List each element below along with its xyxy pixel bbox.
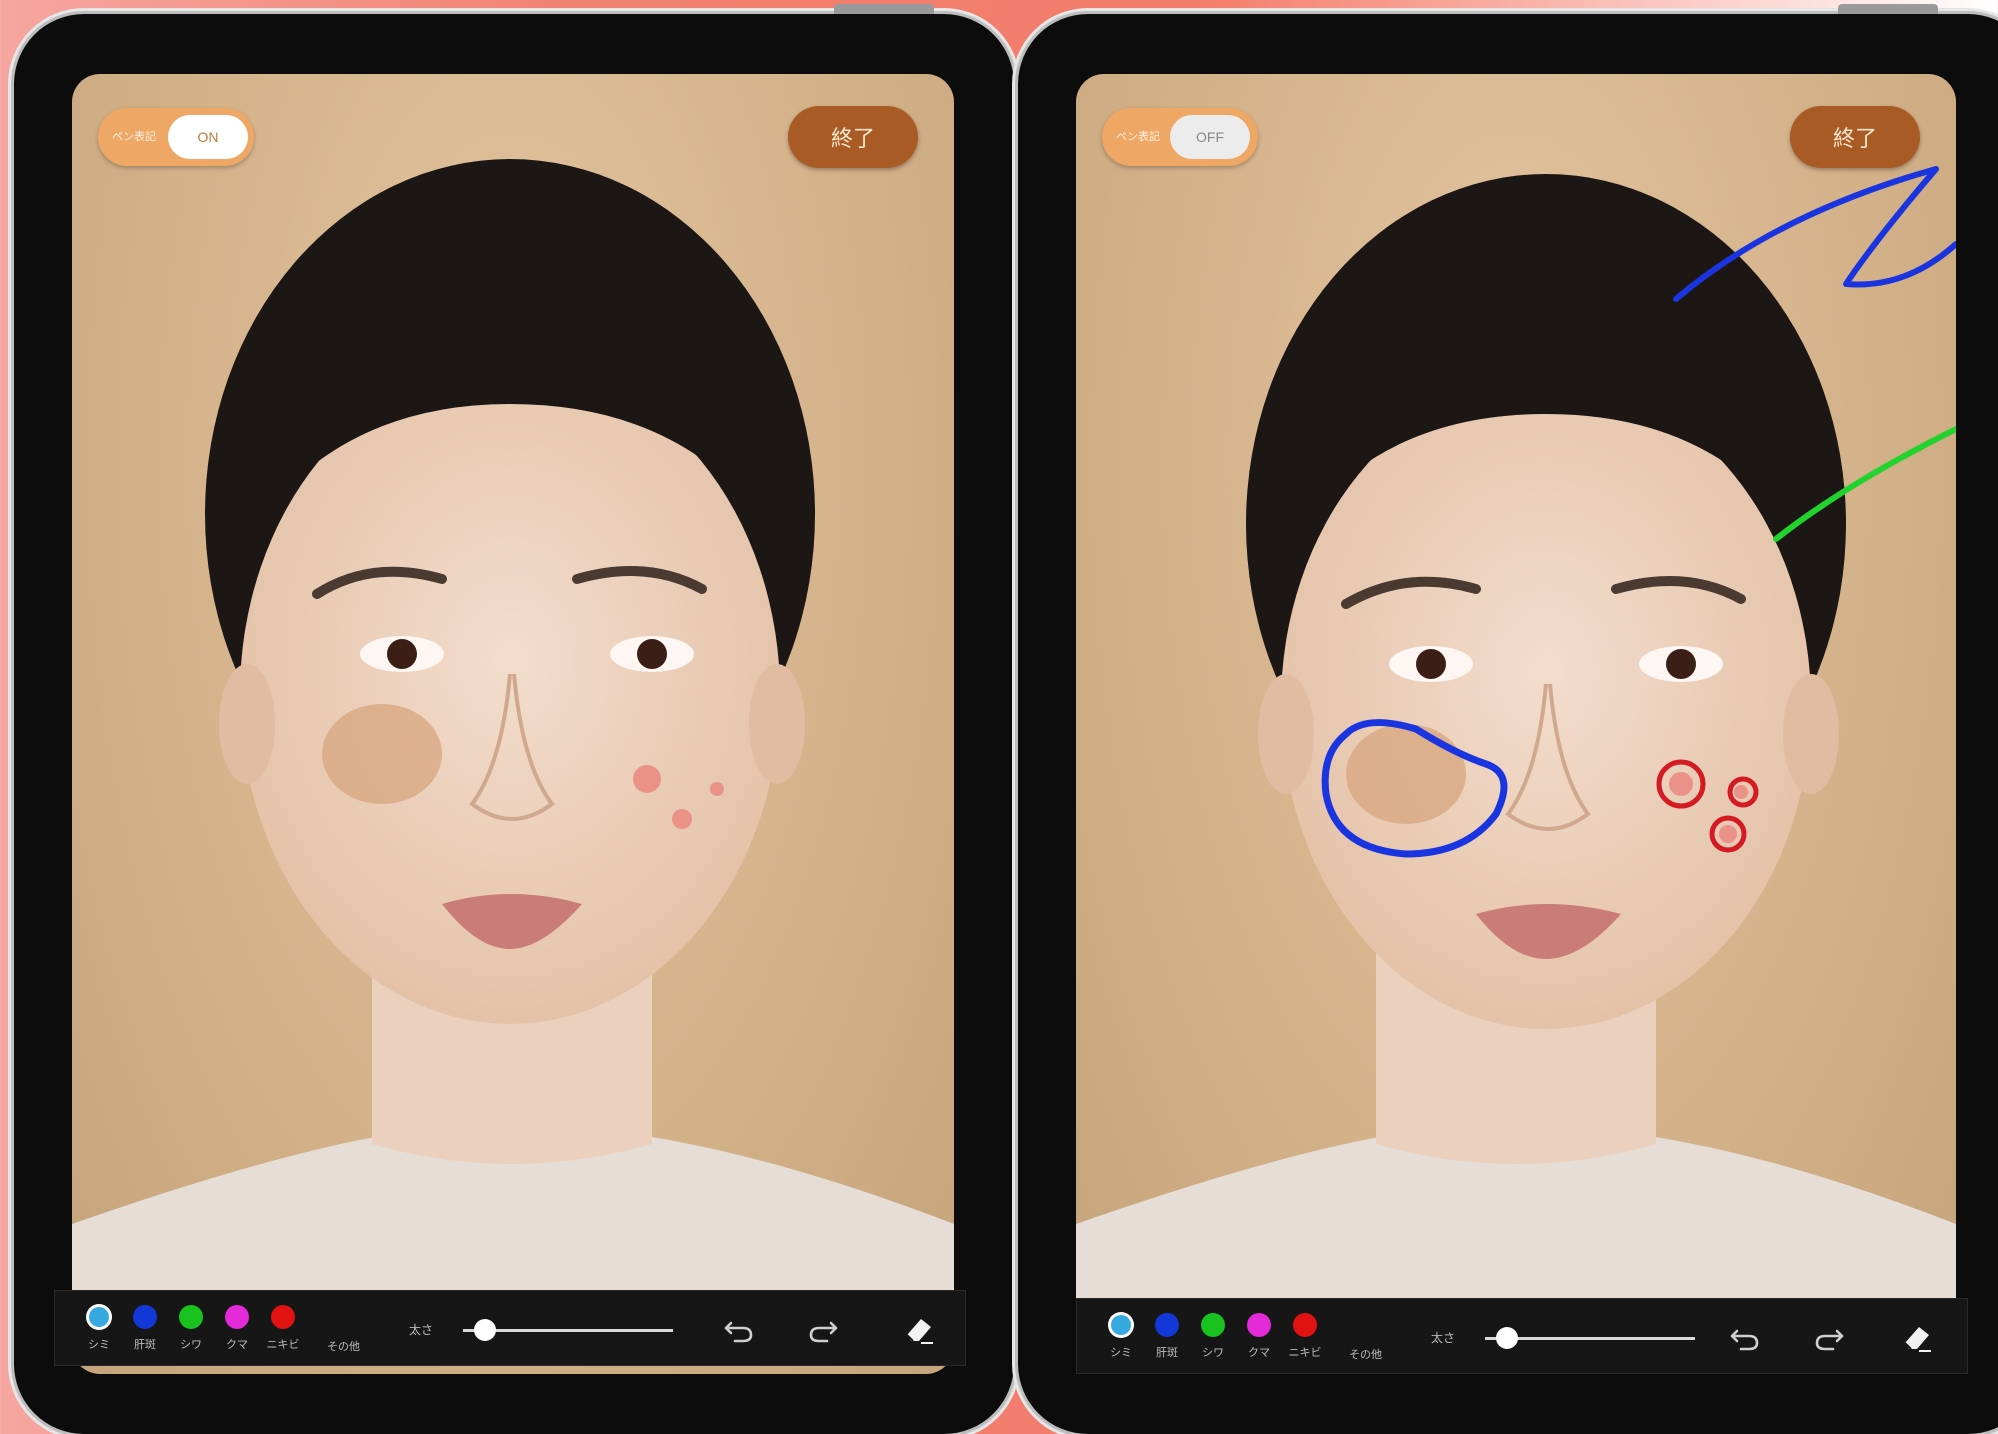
color-label: クマ (1248, 1347, 1270, 1359)
pen-display-toggle[interactable]: ペン表記 OFF (1102, 108, 1258, 166)
color-option-kanpan[interactable]: 肝斑 (1149, 1313, 1185, 1360)
toggle-label: ペン表記 (112, 131, 156, 143)
color-option-nikibi[interactable]: ニキビ (265, 1305, 301, 1352)
color-option-shiwa[interactable]: シワ (173, 1305, 209, 1352)
color-swatch (1293, 1313, 1317, 1337)
redo-icon[interactable] (1811, 1319, 1847, 1355)
size-slider[interactable] (463, 1319, 673, 1341)
color-palette: シミ 肝斑 シワ クマ ニキビ (81, 1305, 301, 1352)
left-screen: ペン表記 ON 終了 (72, 74, 954, 1374)
toggle-knob: ON (168, 115, 248, 159)
face-photo (1076, 166, 1956, 1304)
color-option-other[interactable]: その他 (327, 1338, 360, 1354)
end-button[interactable]: 終了 (788, 106, 918, 168)
color-option-kuma[interactable]: クマ (219, 1305, 255, 1352)
right-screen: ペン表記 OFF 終了 (1076, 74, 1956, 1374)
left-tablet: ペン表記 ON 終了 シミ 肝斑 シワ クマ ニキビ その他 太さ (14, 4, 1014, 1434)
color-label: クマ (226, 1339, 248, 1351)
undo-icon[interactable] (1727, 1319, 1763, 1355)
color-option-other[interactable]: その他 (1349, 1346, 1382, 1362)
toggle-knob: OFF (1170, 115, 1250, 159)
color-option-kanpan[interactable]: 肝斑 (127, 1305, 163, 1352)
undo-icon[interactable] (721, 1311, 757, 1347)
redo-icon[interactable] (805, 1311, 841, 1347)
color-label: 肝斑 (134, 1339, 156, 1351)
color-option-kuma[interactable]: クマ (1241, 1313, 1277, 1360)
color-label: ニキビ (266, 1339, 300, 1351)
color-swatch (1247, 1313, 1271, 1337)
slider-knob[interactable] (473, 1319, 496, 1341)
color-swatch (1111, 1315, 1131, 1335)
color-swatch (179, 1305, 203, 1329)
color-swatch (271, 1305, 295, 1329)
eraser-icon[interactable] (901, 1311, 937, 1347)
pen-display-toggle[interactable]: ペン表記 ON (98, 108, 254, 166)
color-label: 肝斑 (1156, 1347, 1178, 1359)
end-button[interactable]: 終了 (1790, 106, 1920, 168)
tablet-top-button (1838, 4, 1938, 14)
right-tablet: ペン表記 OFF 終了 シミ 肝斑 シワ クマ ニキビ その他 太さ (1018, 4, 1998, 1434)
color-option-shiwa[interactable]: シワ (1195, 1313, 1231, 1360)
color-label: シワ (1202, 1347, 1224, 1359)
color-label: ニキビ (1288, 1347, 1322, 1359)
color-swatch (1201, 1313, 1225, 1337)
size-slider[interactable] (1485, 1327, 1695, 1349)
drawing-toolbar: シミ 肝斑 シワ クマ ニキビ その他 太さ (54, 1290, 966, 1366)
color-swatch (133, 1305, 157, 1329)
eraser-icon[interactable] (1899, 1319, 1935, 1355)
color-option-shimi[interactable]: シミ (81, 1305, 117, 1352)
color-label: シミ (1110, 1347, 1132, 1359)
color-label: シワ (180, 1339, 202, 1351)
color-option-shimi[interactable]: シミ (1103, 1313, 1139, 1360)
color-palette: シミ 肝斑 シワ クマ ニキビ (1103, 1313, 1323, 1360)
color-swatch (1155, 1313, 1179, 1337)
color-option-nikibi[interactable]: ニキビ (1287, 1313, 1323, 1360)
face-photo (72, 159, 954, 1304)
size-label: 太さ (409, 1323, 434, 1337)
slider-knob[interactable] (1495, 1327, 1518, 1349)
size-label: 太さ (1431, 1331, 1456, 1345)
color-swatch (89, 1307, 109, 1327)
color-swatch (225, 1305, 249, 1329)
tablet-top-button (834, 4, 934, 14)
color-label: シミ (88, 1339, 110, 1351)
toggle-label: ペン表記 (1116, 131, 1160, 143)
drawing-toolbar: シミ 肝斑 シワ クマ ニキビ その他 太さ (1076, 1298, 1968, 1374)
